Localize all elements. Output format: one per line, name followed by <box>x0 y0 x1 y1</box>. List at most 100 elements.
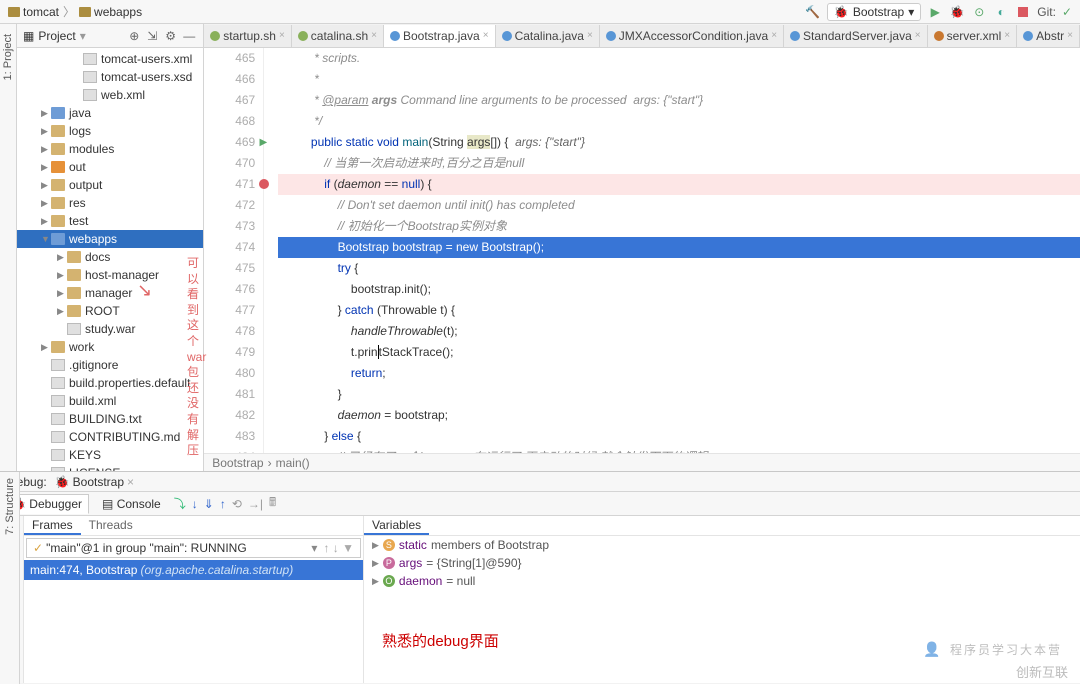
thread-selector[interactable]: ✓ "main"@1 in group "main": RUNNING ▾ ↑ … <box>26 538 361 558</box>
code-line[interactable]: public static void main(String args[]) {… <box>278 132 1080 153</box>
chevron-down-icon: ▾ <box>80 29 86 43</box>
tree-item[interactable]: ▶manager <box>17 284 203 302</box>
code-line[interactable]: t.printStackTrace(); <box>278 342 1080 363</box>
step-out-icon[interactable]: ↑ <box>220 497 226 511</box>
tree-item[interactable]: ▶modules <box>17 140 203 158</box>
variable-row[interactable]: ▶Sstatic members of Bootstrap <box>364 536 1080 554</box>
target-icon[interactable]: ⊕ <box>129 29 143 43</box>
tree-item[interactable]: ▼webapps <box>17 230 203 248</box>
tree-item[interactable]: KEYS <box>17 446 203 464</box>
code-line[interactable]: // 初始化一个Bootstrap实例对象 <box>278 216 1080 237</box>
tree-item[interactable]: BUILDING.txt <box>17 410 203 428</box>
git-label[interactable]: Git: <box>1037 5 1056 19</box>
tree-item[interactable]: LICENSE <box>17 464 203 471</box>
tree-item[interactable]: ▶res <box>17 194 203 212</box>
project-rail-tab[interactable]: 1: Project <box>0 28 16 86</box>
editor-tab[interactable]: StandardServer.java× <box>784 25 928 47</box>
stack-frame-row[interactable]: main:474, Bootstrap (org.apache.catalina… <box>24 560 363 580</box>
code-line[interactable]: } catch (Throwable t) { <box>278 300 1080 321</box>
tree-item[interactable]: .gitignore <box>17 356 203 374</box>
hammer-icon[interactable]: 🔨 <box>805 4 821 20</box>
tree-item[interactable]: CONTRIBUTING.md <box>17 428 203 446</box>
code-editor[interactable]: 465466467468469▶470471472473474475476477… <box>204 48 1080 453</box>
editor-tab[interactable]: Abstr× <box>1017 25 1080 47</box>
console-tab[interactable]: ▤ Console <box>95 494 168 514</box>
threads-tab[interactable]: Threads <box>81 516 141 535</box>
evaluate-icon[interactable]: 🖩 <box>269 493 276 514</box>
variables-tab[interactable]: Variables <box>364 516 429 535</box>
tree-item[interactable]: web.xml <box>17 86 203 104</box>
drop-frame-icon[interactable]: ⟲ <box>232 497 242 511</box>
tree-item[interactable]: ▶work <box>17 338 203 356</box>
editor-tab[interactable]: server.xml× <box>928 25 1018 47</box>
code-line[interactable]: Bootstrap bootstrap = new Bootstrap(); <box>278 237 1080 258</box>
tree-item[interactable]: tomcat-users.xsd <box>17 68 203 86</box>
breadcrumb[interactable]: tomcat 〉 webapps <box>8 3 142 20</box>
force-step-into-icon[interactable]: ⇓ <box>204 497 214 511</box>
tree-item[interactable]: ▶ROOT <box>17 302 203 320</box>
tree-item[interactable]: build.xml <box>17 392 203 410</box>
code-line[interactable]: * scripts. <box>278 48 1080 69</box>
bug-icon: 🐞 <box>55 475 70 489</box>
code-line[interactable]: // Don't set daemon until init() has com… <box>278 195 1080 216</box>
project-tree[interactable]: tomcat-users.xmltomcat-users.xsdweb.xml▶… <box>17 48 203 471</box>
gear-icon[interactable]: ⚙ <box>165 29 179 43</box>
code-line[interactable]: bootstrap.init(); <box>278 279 1080 300</box>
editor-tabs[interactable]: startup.sh×catalina.sh×Bootstrap.java×Ca… <box>204 24 1080 48</box>
editor-tab[interactable]: Bootstrap.java× <box>384 25 496 47</box>
code-line[interactable]: if (daemon == null) { <box>278 174 1080 195</box>
tree-item[interactable]: build.properties.default <box>17 374 203 392</box>
code-breadcrumb[interactable]: Bootstrap › main() <box>204 453 1080 471</box>
profile-button[interactable]: ◐ <box>993 4 1009 20</box>
stop-button[interactable] <box>1015 4 1031 20</box>
debug-panel: Debug: 🐞Bootstrap × 🐞 Debugger ▤ Console… <box>0 471 1080 683</box>
coverage-button[interactable]: ⊙ <box>971 4 987 20</box>
tree-item[interactable]: tomcat-users.xml <box>17 50 203 68</box>
code-line[interactable]: // 当第一次启动进来时,百分之百是null <box>278 153 1080 174</box>
code-line[interactable]: try { <box>278 258 1080 279</box>
code-line[interactable]: } else { <box>278 426 1080 447</box>
tree-item[interactable]: ▶output <box>17 176 203 194</box>
fold-column[interactable] <box>264 48 278 453</box>
run-toolbar: 🔨 🐞 Bootstrap ▾ ▶ 🐞 ⊙ ◐ Git: ✓ <box>805 3 1072 21</box>
editor-tab[interactable]: catalina.sh× <box>292 25 384 47</box>
step-into-icon[interactable]: ↓ <box>192 497 198 511</box>
expand-icon[interactable]: ⇲ <box>147 29 161 43</box>
tree-item[interactable]: ▶logs <box>17 122 203 140</box>
git-branch-icon[interactable]: ✓ <box>1062 5 1072 19</box>
code-line[interactable]: */ <box>278 111 1080 132</box>
tree-item[interactable]: ▶docs <box>17 248 203 266</box>
folder-icon <box>79 7 91 17</box>
tree-item[interactable]: ▶out <box>17 158 203 176</box>
code-line[interactable]: * @param args Command line arguments to … <box>278 90 1080 111</box>
chevron-down-icon: ▾ <box>311 541 317 555</box>
code-line[interactable]: handleThrowable(t); <box>278 321 1080 342</box>
frames-tab[interactable]: Frames <box>24 516 81 535</box>
run-config-selector[interactable]: 🐞 Bootstrap ▾ <box>827 3 921 21</box>
structure-rail-tab[interactable]: 7: Structure <box>2 472 18 541</box>
watermark-logo: 创新互联 <box>1016 662 1068 681</box>
tree-item[interactable]: study.war <box>17 320 203 338</box>
run-to-cursor-icon[interactable]: →| <box>248 497 263 511</box>
line-gutter[interactable]: 465466467468469▶470471472473474475476477… <box>204 48 264 453</box>
editor-tab[interactable]: JMXAccessorCondition.java× <box>600 25 784 47</box>
tree-item[interactable]: ▶host-manager <box>17 266 203 284</box>
variable-row[interactable]: ▶Odaemon = null <box>364 572 1080 590</box>
debug-button[interactable]: 🐞 <box>949 4 965 20</box>
collapse-icon[interactable]: — <box>183 29 197 43</box>
code-line[interactable]: } <box>278 384 1080 405</box>
editor-tab[interactable]: Catalina.java× <box>496 25 600 47</box>
variable-row[interactable]: ▶Pargs = {String[1]@590} <box>364 554 1080 572</box>
tree-item[interactable]: ▶java <box>17 104 203 122</box>
editor-tab[interactable]: startup.sh× <box>204 25 292 47</box>
tree-item[interactable]: ▶test <box>17 212 203 230</box>
code-line[interactable]: return; <box>278 363 1080 384</box>
step-over-icon[interactable]: ⤵ <box>174 495 186 512</box>
debug-config[interactable]: 🐞Bootstrap × <box>55 475 134 489</box>
bug-icon: 🐞 <box>834 5 849 19</box>
variables-panel: Variables ▶Sstatic members of Bootstrap▶… <box>364 516 1080 683</box>
panel-title[interactable]: ▦ Project ▾ <box>23 29 86 43</box>
run-button[interactable]: ▶ <box>927 4 943 20</box>
code-line[interactable]: daemon = bootstrap; <box>278 405 1080 426</box>
code-line[interactable]: * <box>278 69 1080 90</box>
